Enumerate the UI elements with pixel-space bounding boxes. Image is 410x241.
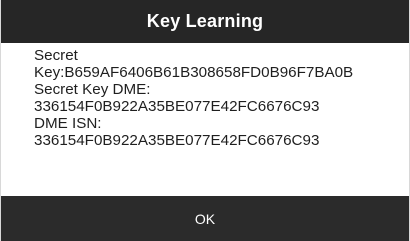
message-line-secret-key: Key:B659AF6406B61B308658FD0B96F7BA0B bbox=[34, 64, 354, 81]
message-line-dme-isn-label: DME ISN: bbox=[34, 115, 102, 132]
message-line-secret-key-dme-label: Secret Key DME: bbox=[34, 81, 151, 98]
message-line-secret-key-dme-value: 336154F0B922A35BE077E42FC6676C93 bbox=[34, 98, 320, 115]
message-line-dme-isn-value: 336154F0B922A35BE077E42FC6676C93 bbox=[34, 132, 320, 149]
dialog-title: Key Learning bbox=[146, 11, 264, 31]
dialog-message: Secret Key:B659AF6406B61B308658FD0B96F7B… bbox=[34, 47, 403, 149]
dialog-button-bar: OK bbox=[1, 196, 409, 241]
key-learning-dialog: Key Learning Secret Key:B659AF6406B61B30… bbox=[0, 0, 410, 241]
ok-button[interactable]: OK bbox=[155, 203, 255, 235]
message-line-secret-label: Secret bbox=[34, 47, 78, 64]
dialog-title-bar: Key Learning bbox=[1, 0, 409, 43]
